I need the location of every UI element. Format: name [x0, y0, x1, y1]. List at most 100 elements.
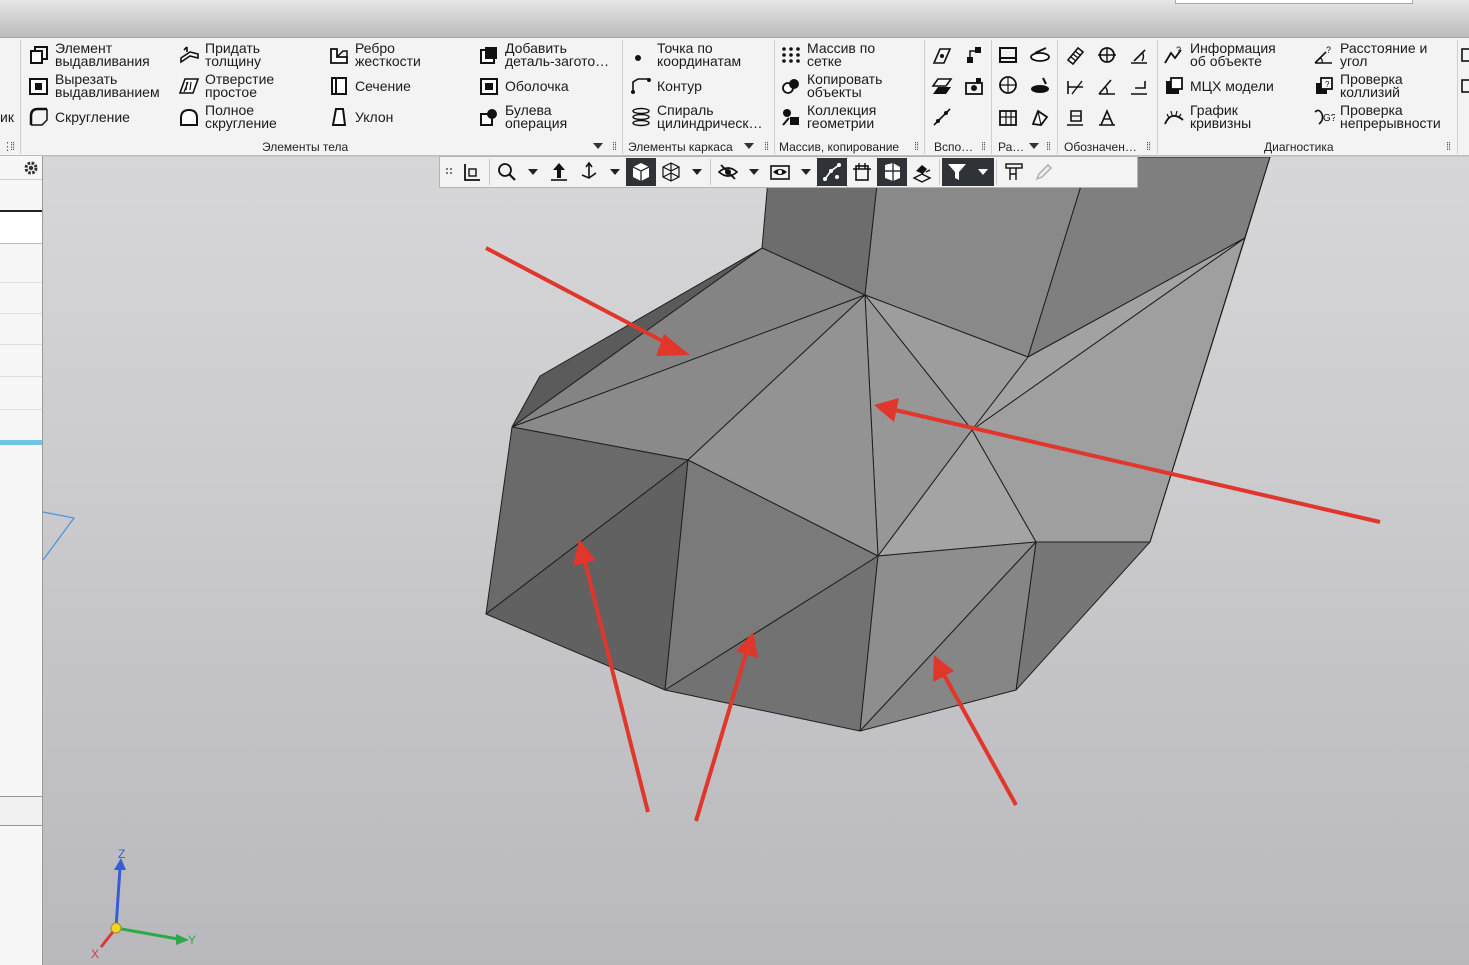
rotate-icon[interactable] [574, 158, 604, 186]
simple-hole-button[interactable]: Отверстие простое [178, 71, 274, 101]
3d-viewport[interactable]: Z Y X [43, 157, 1469, 965]
cut-off-icon[interactable] [1458, 43, 1469, 67]
aux-points-icon[interactable] [962, 43, 986, 67]
grip-handle[interactable]: ⁞⁞ [612, 140, 617, 154]
mass-properties-button[interactable]: МЦХ модели [1163, 71, 1274, 101]
sketch-frame-icon[interactable] [996, 43, 1020, 67]
panel-input[interactable] [0, 210, 42, 244]
axis-z-label: Z [118, 847, 126, 861]
hide-eye-icon[interactable] [713, 158, 743, 186]
section-view-icon[interactable] [817, 158, 847, 186]
grid-calc-icon[interactable] [996, 105, 1020, 129]
copy-objects-button[interactable]: Копировать объекты [780, 71, 882, 101]
roughness-icon[interactable] [1095, 105, 1119, 129]
polygonal-model[interactable] [485, 157, 1271, 732]
cylindrical-spiral-button[interactable]: Спираль цилиндрическ… [630, 102, 763, 132]
grip-handle[interactable]: ⁞⁞ [914, 140, 919, 154]
boolean-button[interactable]: Булева операция [478, 102, 567, 132]
contour-button[interactable]: Контур [630, 71, 702, 101]
perspective-icon[interactable] [877, 158, 907, 186]
curvature-graph-button[interactable]: График кривизны [1163, 102, 1251, 132]
surface-disk-icon[interactable] [1028, 43, 1052, 67]
hand-surface-icon[interactable] [1028, 105, 1052, 129]
wireframe-cube-icon[interactable] [656, 158, 686, 186]
angular-dim-icon[interactable] [1095, 74, 1119, 98]
aux-line-icon[interactable] [930, 105, 954, 129]
curvature-label: График кривизны [1190, 102, 1252, 131]
leader-icon[interactable] [1127, 43, 1151, 67]
rib-button[interactable]: Ребро жесткости [328, 40, 421, 70]
section-button[interactable]: Сечение [328, 71, 411, 101]
base-symbol-icon[interactable] [1063, 105, 1087, 129]
search-box[interactable] [1175, 0, 1413, 4]
geometry-collection-button[interactable]: Коллекция геометрии [780, 102, 876, 132]
section-icon [328, 75, 350, 97]
cut-off-icon[interactable] [1458, 74, 1469, 98]
continuity-label: Проверка непрерывности [1340, 102, 1441, 131]
cut-extrude-button[interactable]: Вырезать выдавливанием [28, 71, 160, 101]
chevron-down-icon[interactable] [744, 143, 754, 149]
svg-text:?: ? [1326, 45, 1331, 55]
mass-props-icon [1163, 75, 1185, 97]
chevron-down-icon[interactable] [1029, 143, 1039, 149]
mesh-head-icon[interactable] [996, 74, 1020, 98]
toolbar-grip[interactable] [443, 158, 457, 186]
aux-camera-icon[interactable] [962, 74, 986, 98]
gear-icon[interactable] [22, 159, 40, 182]
collection-label: Коллекция геометрии [807, 102, 877, 131]
add-blank-part-button[interactable]: Добавить деталь-загото… [478, 40, 609, 70]
surface-patch-icon[interactable] [1028, 74, 1052, 98]
section-label: Сечение [355, 77, 411, 94]
object-info-button[interactable]: ? Информация об объекте [1163, 40, 1276, 70]
aux-plane-icon[interactable] [930, 43, 954, 67]
layers-icon[interactable] [907, 158, 937, 186]
pencil-icon[interactable] [1029, 158, 1059, 186]
grip-handle[interactable]: ⁞⁞ [1446, 140, 1451, 154]
shaded-cube-icon[interactable] [626, 158, 656, 186]
chevron-down-icon[interactable] [795, 158, 817, 186]
grip-handle[interactable]: ⁞⁞ [10, 140, 15, 154]
full-round-label: Полное скругление [205, 102, 277, 131]
radial-dim-icon[interactable] [1127, 74, 1151, 98]
thread-icon[interactable] [1063, 43, 1087, 67]
full-round-button[interactable]: Полное скругление [178, 102, 277, 132]
fillet-button[interactable]: Скругление [28, 102, 130, 132]
aux-offset-plane-icon[interactable] [930, 74, 954, 98]
chevron-down-icon[interactable] [743, 158, 765, 186]
point-by-coordinates-button[interactable]: Точка по координатам [630, 40, 741, 70]
linear-dim-icon[interactable] [1063, 74, 1087, 98]
chevron-down-icon[interactable] [604, 158, 626, 186]
orientation-icon[interactable] [457, 158, 487, 186]
zoom-icon[interactable] [492, 158, 522, 186]
model-tree-panel [0, 156, 43, 965]
measure-tool-icon[interactable] [999, 158, 1029, 186]
chevron-down-icon[interactable] [593, 143, 603, 149]
ribbon-cut-label: ик [0, 108, 14, 125]
grip-handle[interactable]: ⁞⁞ [981, 140, 986, 154]
extrude-button[interactable]: Элемент выдавливания [28, 40, 150, 70]
chevron-down-icon[interactable] [972, 158, 994, 186]
visibility-icon[interactable] [765, 158, 795, 186]
shell-button[interactable]: Оболочка [478, 71, 569, 101]
distance-angle-button[interactable]: ? Расстояние и угол [1313, 40, 1427, 70]
grip-handle[interactable]: ⁞⁞ [764, 140, 769, 154]
selected-row-highlight[interactable] [0, 440, 42, 445]
filter-icon[interactable] [942, 158, 972, 186]
center-mark-icon[interactable] [1095, 43, 1119, 67]
chevron-down-icon[interactable] [522, 158, 544, 186]
simple-hole-label: Отверстие простое [205, 71, 275, 100]
pan-icon[interactable] [544, 158, 574, 186]
model-canvas[interactable] [43, 157, 1469, 965]
grid-pattern-button[interactable]: Массив по сетке [780, 40, 875, 70]
grid-pattern-label: Массив по сетке [807, 40, 876, 69]
chevron-down-icon[interactable] [686, 158, 708, 186]
ribbon-cut-item[interactable]: ик [0, 102, 14, 132]
continuity-check-button[interactable]: G? Проверка непрерывности [1313, 102, 1441, 132]
clip-plane-icon[interactable] [847, 158, 877, 186]
grip-handle[interactable]: ⁞⁞ [1146, 140, 1151, 154]
grip-handle[interactable]: ⁞⁞ [1046, 140, 1051, 154]
collision-check-button[interactable]: ? Проверка коллизий [1313, 71, 1403, 101]
thicken-button[interactable]: Придать толщину [178, 40, 261, 70]
full-round-icon [178, 106, 200, 128]
draft-button[interactable]: Уклон [328, 102, 393, 132]
